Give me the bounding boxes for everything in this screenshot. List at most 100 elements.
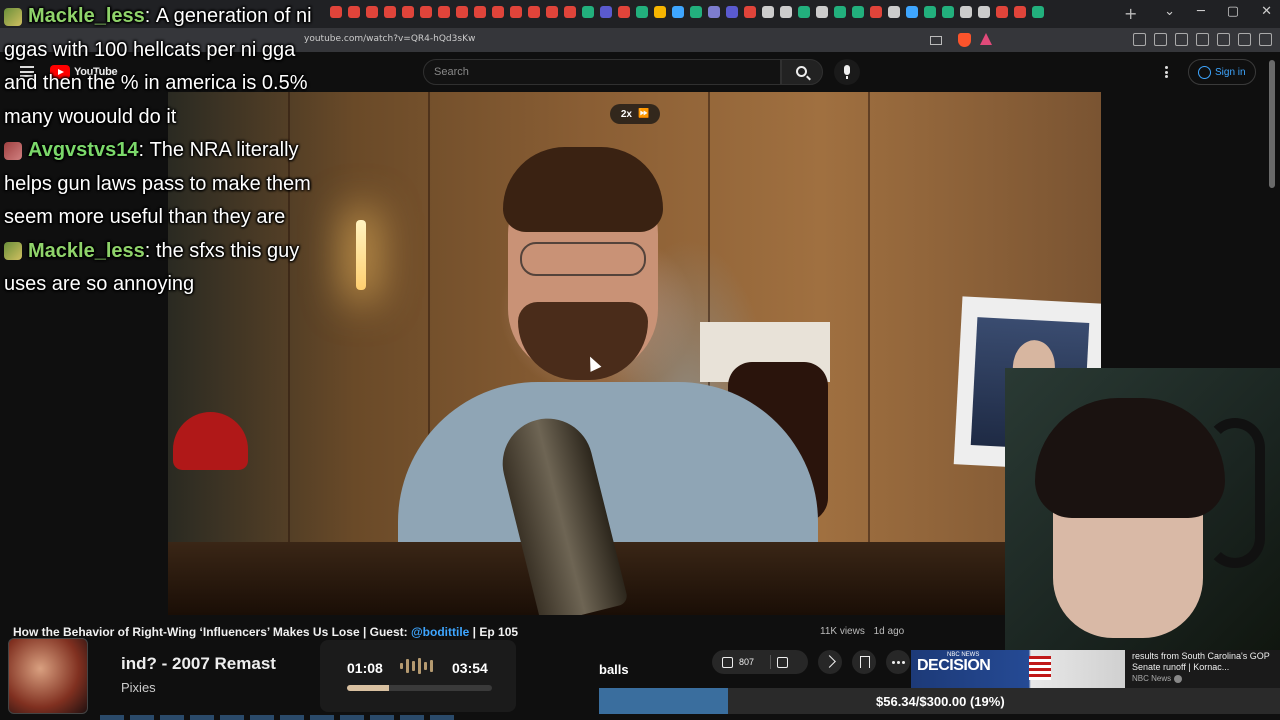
tab-favicon-icon[interactable] (942, 6, 954, 18)
tab-favicon-icon[interactable] (600, 6, 612, 18)
tab-favicon-icon[interactable] (960, 6, 972, 18)
tab-favicon-icon[interactable] (924, 6, 936, 18)
brave-rewards-icon[interactable] (980, 33, 992, 45)
brave-shields-icon[interactable] (958, 33, 971, 47)
vpn-icon[interactable] (1238, 33, 1251, 46)
headphones (1205, 418, 1265, 568)
chat-message-text: seem more useful than they are (4, 206, 286, 228)
wall-panel (868, 92, 870, 615)
tab-favicon-icon[interactable] (978, 6, 990, 18)
tab-favicon-icon[interactable] (474, 6, 486, 18)
tab-favicon-icon[interactable] (384, 6, 396, 18)
music-icon[interactable] (1154, 33, 1167, 46)
maximize-button[interactable]: ▢ (1227, 4, 1239, 19)
save-button[interactable] (852, 650, 876, 674)
tab-favicon-icon[interactable] (546, 6, 558, 18)
tab-favicon-icon[interactable] (654, 6, 666, 18)
guest-channel-link[interactable]: @boditti​le (411, 625, 469, 639)
tab-favicon-icon[interactable] (816, 6, 828, 18)
tab-favicon-icon[interactable] (852, 6, 864, 18)
tab-favicon-icon[interactable] (582, 6, 594, 18)
share-button[interactable] (818, 650, 842, 674)
tab-favicon-icon[interactable] (744, 6, 756, 18)
tab-favicon-icon[interactable] (420, 6, 432, 18)
tab-favicon-icon[interactable] (402, 6, 414, 18)
tab-favicon-icon[interactable] (870, 6, 882, 18)
cast-icon[interactable] (930, 36, 942, 45)
tab-search-button[interactable]: ⌄ (1164, 4, 1175, 19)
streamer-webcam (1005, 368, 1280, 650)
search-input[interactable] (434, 64, 754, 80)
music-time-panel (320, 640, 516, 712)
user-icon (1198, 65, 1211, 79)
speed-label: 2x (620, 108, 632, 120)
album-art (8, 638, 88, 714)
new-tab-button[interactable]: + (1124, 4, 1137, 23)
tab-favicon-icon[interactable] (798, 6, 810, 18)
tab-favicon-icon[interactable] (528, 6, 540, 18)
song-info-panel (92, 640, 314, 710)
scrollbar-thumb[interactable] (1269, 60, 1275, 188)
recommended-video-thumbnail[interactable]: NBC NEWS DECISION (911, 650, 1125, 688)
like-count: 807 (739, 657, 755, 667)
more-actions-button[interactable] (886, 650, 910, 674)
flag-graphic (1029, 656, 1051, 680)
chat-message: and then the % in america is 0.5% (4, 67, 354, 101)
close-window-button[interactable]: ✕ (1261, 4, 1272, 19)
tab-favicon-icon[interactable] (690, 6, 702, 18)
chat-message: seem more useful than they are (4, 201, 354, 235)
chat-message: uses are so annoying (4, 268, 354, 302)
menu-icon[interactable] (1259, 33, 1272, 46)
extension-icon[interactable] (1133, 33, 1146, 46)
tab-favicon-icon[interactable] (564, 6, 576, 18)
tab-favicon-icon[interactable] (618, 6, 630, 18)
tab-favicon-icon[interactable] (438, 6, 450, 18)
search-button[interactable] (781, 59, 823, 85)
chat-message-text: ggas with 100 hellcats per ni gga (4, 38, 296, 61)
tab-favicon-icon[interactable] (996, 6, 1008, 18)
upload-age: 1d ago (873, 626, 905, 637)
tab-favicon-icon[interactable] (834, 6, 846, 18)
like-button[interactable]: 807 (712, 650, 808, 674)
tab-favicons[interactable] (330, 6, 1044, 18)
chat-message: many wouould do it (4, 101, 354, 135)
thumbs-up-icon (722, 656, 733, 668)
tab-favicon-icon[interactable] (888, 6, 900, 18)
sign-in-button[interactable]: Sign in (1188, 59, 1256, 85)
tab-favicon-icon[interactable] (492, 6, 504, 18)
tab-favicon-icon[interactable] (672, 6, 684, 18)
recommended-video-title[interactable]: results from South Carolina's GOP Senate… (1132, 651, 1277, 673)
tab-favicon-icon[interactable] (1014, 6, 1026, 18)
tab-favicon-icon[interactable] (726, 6, 738, 18)
chat-separator: : (144, 239, 156, 262)
tab-favicon-icon[interactable] (510, 6, 522, 18)
channel-name: NBC News (1132, 674, 1172, 683)
chat-message: Avgvstvs14: The NRA literally (4, 134, 354, 168)
tab-favicon-icon[interactable] (762, 6, 774, 18)
chat-message: Mackle_less: A generation of ni (4, 0, 354, 34)
tab-favicon-icon[interactable] (1032, 6, 1044, 18)
minimize-button[interactable]: ─ (1197, 4, 1205, 19)
video-title-suffix: | Ep 105 (469, 625, 519, 639)
wallet-icon[interactable] (1196, 33, 1209, 46)
tab-favicon-icon[interactable] (708, 6, 720, 18)
thumbs-down-icon[interactable] (777, 656, 789, 668)
chat-badge-icon (4, 7, 22, 26)
artist-name: Pixies (121, 680, 156, 695)
tab-favicon-icon[interactable] (906, 6, 918, 18)
tab-favicon-icon[interactable] (366, 6, 378, 18)
tab-favicon-icon[interactable] (456, 6, 468, 18)
settings-kebab-icon[interactable] (1165, 66, 1169, 78)
voice-search-button[interactable] (834, 59, 860, 85)
thumbnail-headline: DECISION (917, 657, 991, 674)
view-count: 11K views (820, 626, 865, 637)
tab-favicon-icon[interactable] (780, 6, 792, 18)
chat-message-text: The NRA literally (149, 139, 299, 161)
music-progress-bar (347, 685, 492, 691)
bookmark-icon[interactable] (1217, 33, 1230, 46)
total-time: 03:54 (452, 660, 488, 676)
sidebar-icon[interactable] (1175, 33, 1188, 46)
recommended-video-channel[interactable]: NBC News (1132, 674, 1183, 683)
chat-badge-icon (4, 141, 22, 160)
tab-favicon-icon[interactable] (636, 6, 648, 18)
